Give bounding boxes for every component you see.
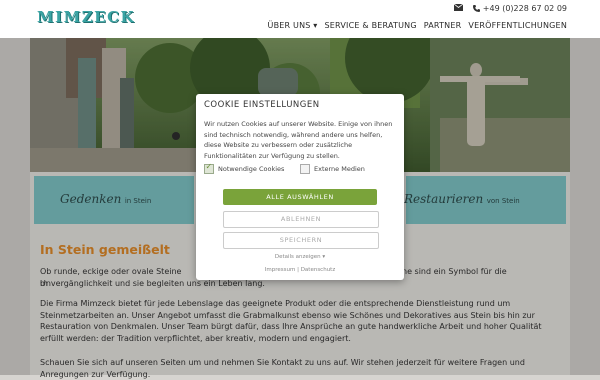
contact-bar: +49 (0)228 67 02 09 — [453, 3, 567, 13]
cookie-dialog: COOKIE EINSTELLUNGEN Wir nutzen Cookies … — [196, 94, 404, 280]
external-media-checkbox[interactable] — [300, 164, 310, 174]
site-logo[interactable]: MIMZECK — [37, 8, 135, 26]
external-media-label: Externe Medien — [314, 165, 365, 173]
site-header: MIMZECK +49 (0)228 67 02 09 ÜBER UNS ▾ S… — [0, 0, 600, 38]
nav-item-publications[interactable]: VERÖFFENTLICHUNGEN — [468, 21, 567, 30]
necessary-label: Notwendige Cookies — [218, 165, 285, 173]
decline-button[interactable]: ABLEHNEN — [223, 211, 379, 228]
option-external-media[interactable]: Externe Medien — [300, 164, 365, 174]
nav-item-partner[interactable]: PARTNER — [424, 21, 462, 30]
option-necessary[interactable]: Notwendige Cookies — [204, 162, 285, 174]
cookie-description: Wir nutzen Cookies auf unserer Website. … — [204, 120, 393, 160]
cookie-title: COOKIE EINSTELLUNGEN — [204, 100, 320, 110]
save-button[interactable]: SPEICHERN — [223, 232, 379, 249]
link-separator: | — [297, 267, 299, 273]
phone-number: +49 (0)228 67 02 09 — [482, 4, 567, 13]
envelope-icon[interactable] — [453, 3, 464, 13]
phone-icon — [472, 5, 480, 12]
phone-contact[interactable]: +49 (0)228 67 02 09 — [472, 4, 567, 13]
nav-item-ueber-uns[interactable]: ÜBER UNS ▾ — [268, 21, 318, 30]
accept-all-button[interactable]: ALLE AUSWÄHLEN — [223, 189, 377, 205]
necessary-checkbox[interactable] — [204, 162, 214, 174]
details-toggle[interactable]: Details anzeigen ▾ — [196, 254, 404, 260]
main-nav: ÜBER UNS ▾ SERVICE & BERATUNG PARTNER VE… — [268, 21, 567, 30]
nav-item-service[interactable]: SERVICE & BERATUNG — [325, 21, 417, 30]
impressum-link[interactable]: Impressum — [265, 267, 296, 273]
datenschutz-link[interactable]: Datenschutz — [301, 267, 336, 273]
legal-links: Impressum | Datenschutz — [196, 267, 404, 273]
